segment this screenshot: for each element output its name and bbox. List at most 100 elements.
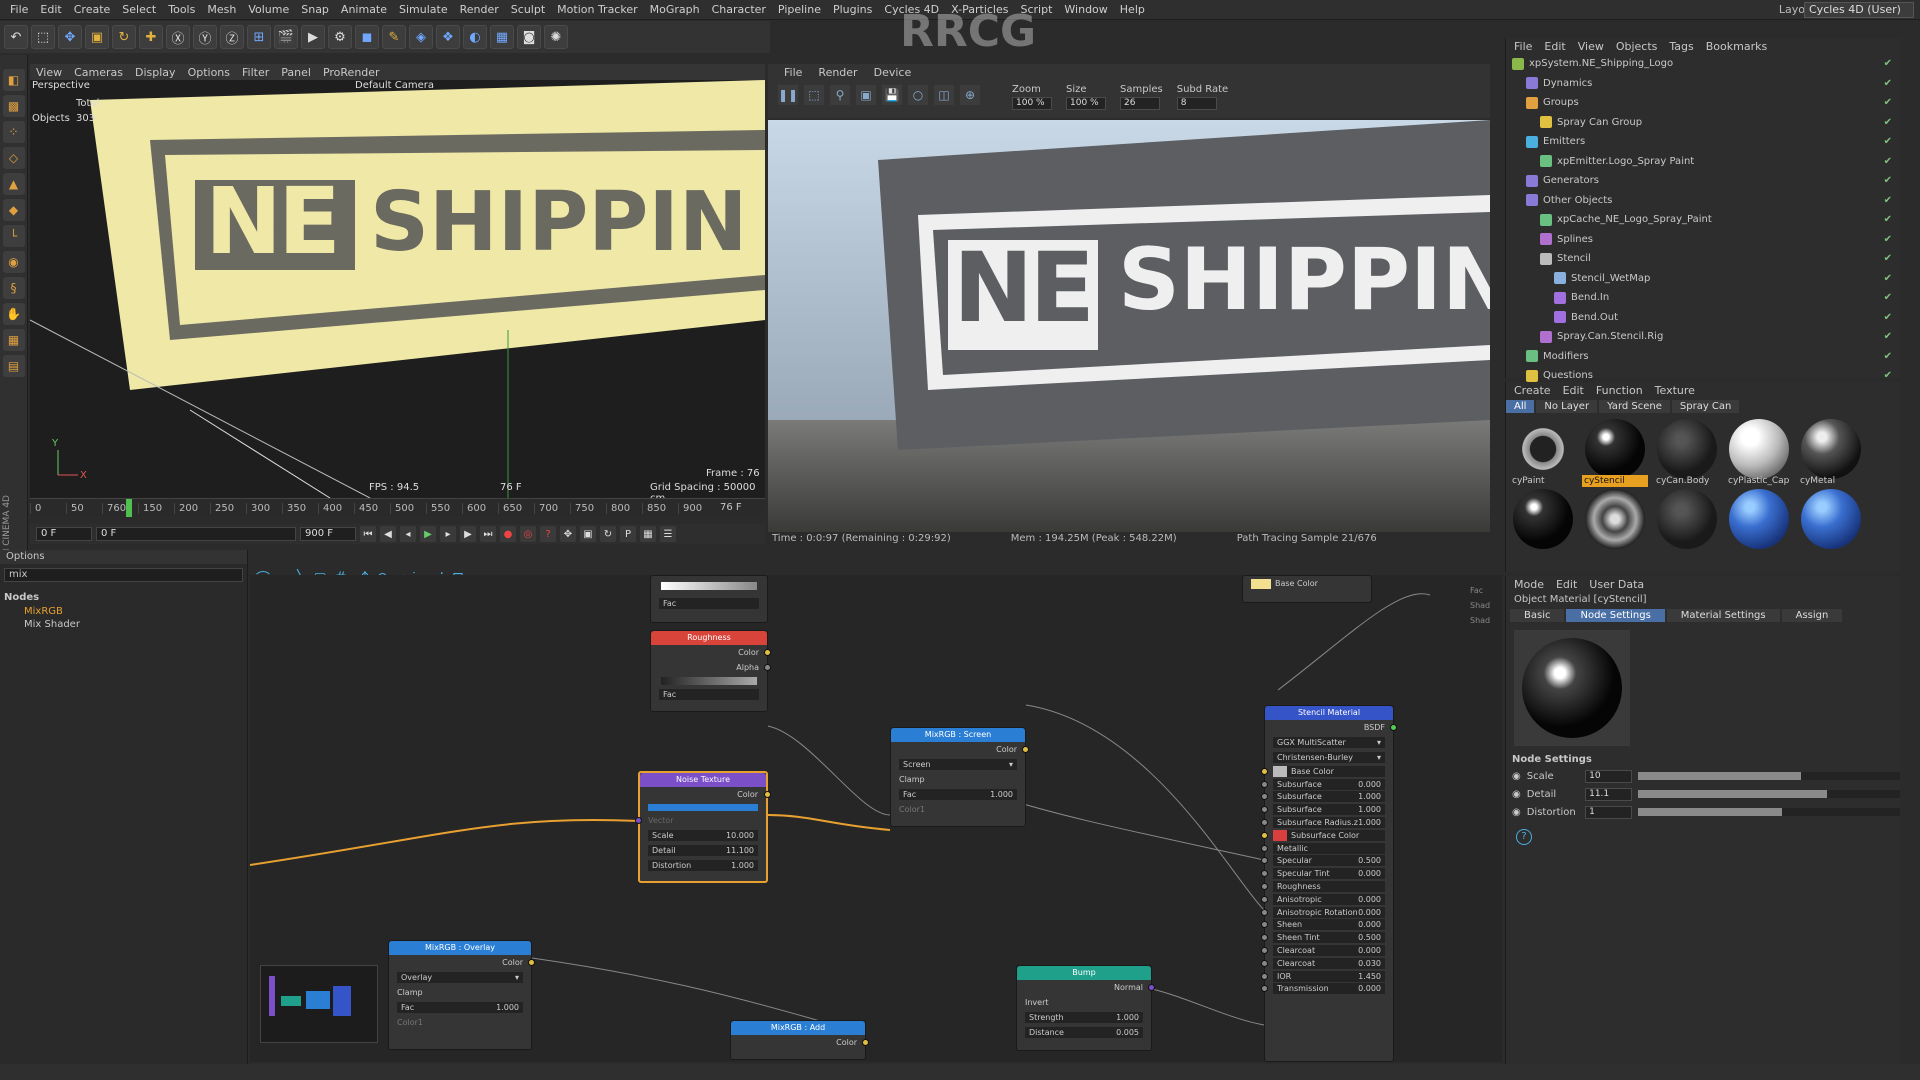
stencil-input-field[interactable]: Subsurface Radius.x 1.000 (1273, 791, 1385, 812)
node-roughness[interactable]: Roughness Color Alpha Fac (650, 630, 771, 712)
visibility-check-icon[interactable]: ✔ (1884, 214, 1892, 225)
node-noise-texture[interactable]: Noise Texture Color Vector Scale 10.000 D… (635, 771, 771, 883)
roughness-color-pin[interactable] (764, 649, 771, 656)
stencil-input-pin[interactable] (1261, 921, 1268, 929)
menu-item-select[interactable]: Select (116, 3, 162, 16)
visibility-check-icon[interactable]: ✔ (1884, 370, 1892, 381)
render-menu-device[interactable]: Device (874, 66, 912, 79)
material-swatch[interactable]: cyMetal (1798, 419, 1864, 486)
render-menu-render[interactable]: Render (818, 66, 857, 79)
stencil-input-pin[interactable] (1261, 780, 1268, 788)
object-row[interactable]: Spray.Can.Stencil.Rig ✔ (1506, 327, 1900, 347)
node-options[interactable]: Options (0, 550, 247, 564)
cube-icon[interactable]: ◼ (355, 25, 379, 49)
menu-item-edit[interactable]: Edit (34, 3, 67, 16)
stencil-input-field[interactable]: Anisotropic Rotation 0.000 (1273, 906, 1385, 918)
param-slider[interactable] (1638, 772, 1900, 780)
visibility-check-icon[interactable]: ✔ (1884, 156, 1892, 167)
add-color-pin[interactable] (862, 1039, 869, 1046)
stencil-input-pin[interactable] (1261, 870, 1268, 878)
region-icon[interactable]: ⬚ (804, 85, 824, 105)
menu-item-animate[interactable]: Animate (335, 3, 393, 16)
render-view-icon[interactable]: 🎬 (274, 25, 298, 49)
stencil-input-pin[interactable] (1261, 819, 1268, 827)
stencil-input-row[interactable]: Transmission 0.000 (1261, 983, 1393, 996)
node-bump[interactable]: Bump Normal Invert Strength 1.000 Distanc… (1016, 965, 1155, 1051)
scale-icon[interactable]: ▣ (85, 25, 109, 49)
record-icon[interactable]: ● (500, 526, 516, 542)
viewport-menu-filter[interactable]: Filter (242, 66, 269, 79)
axis-z-icon[interactable]: Ⓩ (220, 25, 244, 49)
workplane-icon[interactable]: ▤ (2, 355, 25, 377)
max-frame-field[interactable]: 900 F (300, 527, 356, 541)
stencil-input-field[interactable]: Subsurface Radius.y 1.000 (1273, 804, 1385, 825)
stencil-input-field[interactable]: Clearcoat Roughness 0.030 (1273, 957, 1385, 979)
viewport-menu-view[interactable]: View (36, 66, 62, 79)
viewport-menu-prorender[interactable]: ProRender (323, 66, 380, 79)
sphere-icon[interactable]: ○ (908, 85, 928, 105)
object-row[interactable]: Other Objects ✔ (1506, 191, 1900, 211)
visibility-check-icon[interactable]: ✔ (1884, 117, 1892, 128)
help-icon[interactable]: ? (1516, 829, 1532, 845)
stencil-input-pin[interactable] (1261, 831, 1268, 839)
menu-item-file[interactable]: File (4, 3, 34, 16)
node-base-color[interactable]: Base Color (1242, 575, 1372, 603)
stencil-input-row[interactable]: Base Color (1261, 765, 1393, 778)
menu-item-motion-tracker[interactable]: Motion Tracker (551, 3, 643, 16)
screen-mode[interactable]: Screen (903, 759, 931, 770)
move-icon[interactable]: ✥ (58, 25, 82, 49)
material-swatch[interactable] (1798, 489, 1864, 555)
viewport-menu-display[interactable]: Display (135, 66, 176, 79)
stencil-distribution[interactable]: GGX MultiScatter (1277, 737, 1346, 748)
render-picture-icon[interactable]: ▶ (301, 25, 325, 49)
stencil-input-field[interactable]: Sheen Tint 0.500 (1273, 932, 1385, 944)
stencil-input-pin[interactable] (1261, 908, 1268, 916)
param-input[interactable]: 11.1 (1585, 787, 1633, 801)
object-row[interactable]: Emitters ✔ (1506, 132, 1900, 152)
paint-icon[interactable]: ✋ (2, 303, 25, 325)
object-row[interactable]: Bend.In ✔ (1506, 288, 1900, 308)
layout-select[interactable]: Cycles 4D (User) (1804, 2, 1914, 18)
menu-item-tools[interactable]: Tools (162, 3, 201, 16)
menu-item-simulate[interactable]: Simulate (393, 3, 454, 16)
menu-item-render[interactable]: Render (454, 3, 505, 16)
stencil-input-field[interactable]: Specular Tint 0.000 (1273, 868, 1385, 880)
visibility-check-icon[interactable]: ✔ (1884, 175, 1892, 186)
attribute-tab[interactable]: Node Settings (1566, 609, 1665, 622)
object-row[interactable]: Groups ✔ (1506, 93, 1900, 113)
stencil-input-pin[interactable] (1261, 985, 1268, 993)
stencil-input-field[interactable]: Metallic (1273, 842, 1385, 854)
edges-mode-icon[interactable]: ◇ (2, 147, 25, 169)
param-input[interactable]: 10 (1585, 769, 1633, 783)
overlay-fac-value[interactable]: 1.000 (496, 1002, 519, 1013)
menu-item-mesh[interactable]: Mesh (201, 3, 242, 16)
render-field-input[interactable]: 100 % (1066, 97, 1106, 110)
viewport-menu-options[interactable]: Options (188, 66, 230, 79)
visibility-check-icon[interactable]: ✔ (1884, 351, 1892, 362)
object-menu-objects[interactable]: Objects (1616, 40, 1658, 53)
stencil-input-field[interactable]: Subsurface Radius.z 1.000 (1273, 817, 1385, 829)
node-list-item[interactable]: Mix Shader (0, 618, 247, 631)
stencil-input-field[interactable]: Anisotropic 0.000 (1273, 893, 1385, 905)
stencil-input-row[interactable]: Metallic (1261, 842, 1393, 855)
stencil-input-field[interactable]: Subsurface 0.000 (1273, 778, 1385, 790)
screen-fac-value[interactable]: 1.000 (990, 789, 1013, 800)
next-key-icon[interactable]: ▶ (460, 526, 476, 542)
viewport[interactable]: NE SHIPPIN Perspective Default Camera To… (30, 80, 765, 498)
menu-item-script[interactable]: Script (1015, 3, 1059, 16)
undo-icon[interactable]: ↶ (4, 25, 28, 49)
object-menu-tags[interactable]: Tags (1669, 40, 1693, 53)
add-icon[interactable]: ✚ (139, 25, 163, 49)
node-mixrgb-add[interactable]: MixRGB : Add Color (730, 1020, 869, 1060)
axis-x-icon[interactable]: Ⓧ (166, 25, 190, 49)
stencil-input-row[interactable]: Roughness (1261, 880, 1393, 893)
visibility-check-icon[interactable]: ✔ (1884, 234, 1892, 245)
object-row[interactable]: Modifiers ✔ (1506, 347, 1900, 367)
key-pla-icon[interactable]: ▦ (640, 526, 656, 542)
stencil-input-field[interactable]: Transmission 0.000 (1273, 983, 1385, 995)
screen-clamp-label[interactable]: Clamp (899, 775, 925, 784)
playhead[interactable] (126, 499, 132, 517)
min-frame-field[interactable]: 0 F (96, 527, 296, 541)
prev-key-icon[interactable]: ◀ (380, 526, 396, 542)
stencil-input-field[interactable]: Specular 0.500 (1273, 855, 1385, 867)
